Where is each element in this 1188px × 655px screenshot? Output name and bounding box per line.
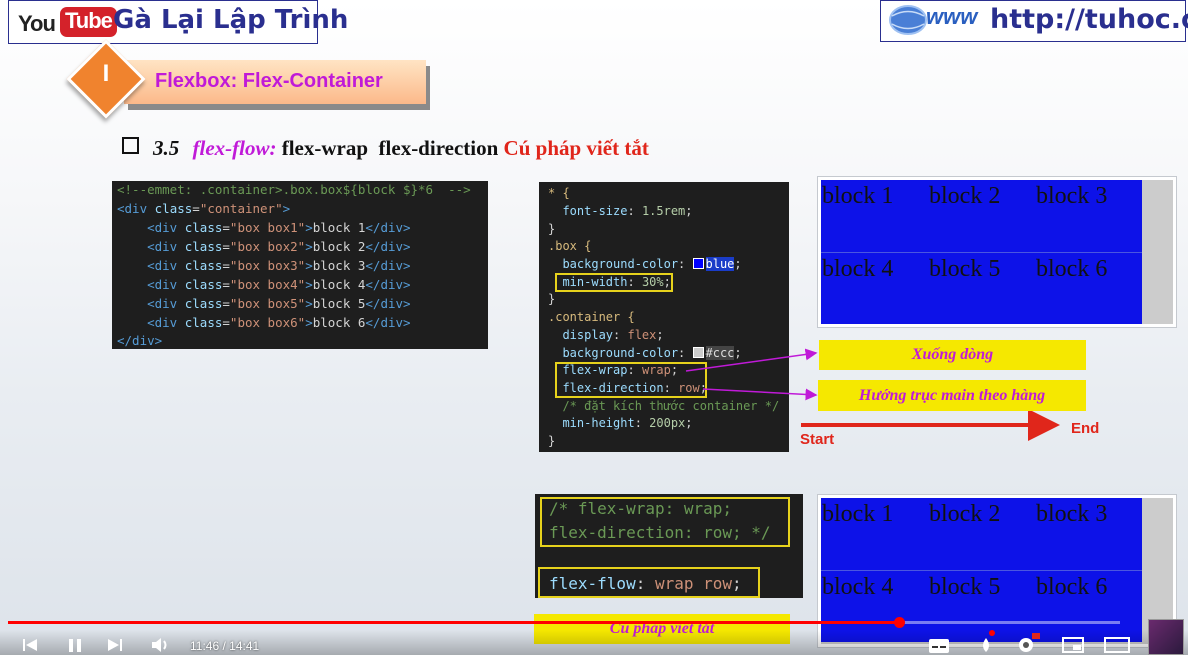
shorthand-comment-line: flex-direction: row; */: [549, 523, 771, 542]
scrubber-handle[interactable]: [894, 617, 905, 628]
wrap-label: Xuống dòng: [819, 340, 1086, 370]
shorthand-flex-flow-line: flex-flow: wrap row;: [549, 574, 742, 593]
flex-demo-wrap: block 1 block 2 block 3 block 4 block 5 …: [818, 177, 1176, 327]
autoplay-icon[interactable]: [976, 630, 998, 654]
shorthand-comment-line: /* flex-wrap: wrap;: [549, 499, 733, 518]
settings-gear-icon[interactable]: [1016, 632, 1040, 654]
demo-block: block 2: [928, 180, 1035, 252]
demo-block: block 1: [821, 180, 928, 252]
theater-mode-icon[interactable]: [1104, 637, 1130, 653]
direction-label: Hướng trục main theo hàng: [818, 380, 1086, 411]
end-label: End: [1071, 420, 1100, 437]
miniplayer-icon[interactable]: [1062, 637, 1084, 653]
volume-icon[interactable]: [150, 637, 172, 653]
time-display: 11:46 / 14:41: [190, 639, 260, 653]
flex-demo-shorthand: block 1 block 2 block 3 block 4 block 5 …: [818, 495, 1176, 647]
arrow-direction: [702, 388, 818, 401]
demo-block: block 5: [928, 252, 1035, 324]
start-label: Start: [800, 431, 835, 448]
shorthand-code-panel: /* flex-wrap: wrap; flex-direction: row;…: [535, 494, 803, 598]
channel-avatar[interactable]: [1148, 619, 1184, 655]
demo-block: block 4: [821, 252, 928, 324]
previous-icon[interactable]: [22, 637, 40, 653]
player-controls-bar: [0, 630, 1188, 655]
pause-icon[interactable]: [66, 637, 84, 653]
subtitles-icon[interactable]: [928, 638, 950, 654]
demo-block: block 3: [1035, 180, 1142, 252]
demo-block: block 1: [821, 498, 928, 570]
demo-block: block 3: [1035, 498, 1142, 570]
demo-block: block 6: [1035, 252, 1142, 324]
arrow-wrap: [685, 348, 818, 372]
progress-played[interactable]: [8, 621, 899, 624]
next-icon[interactable]: [106, 637, 124, 653]
demo-block: block 2: [928, 498, 1035, 570]
